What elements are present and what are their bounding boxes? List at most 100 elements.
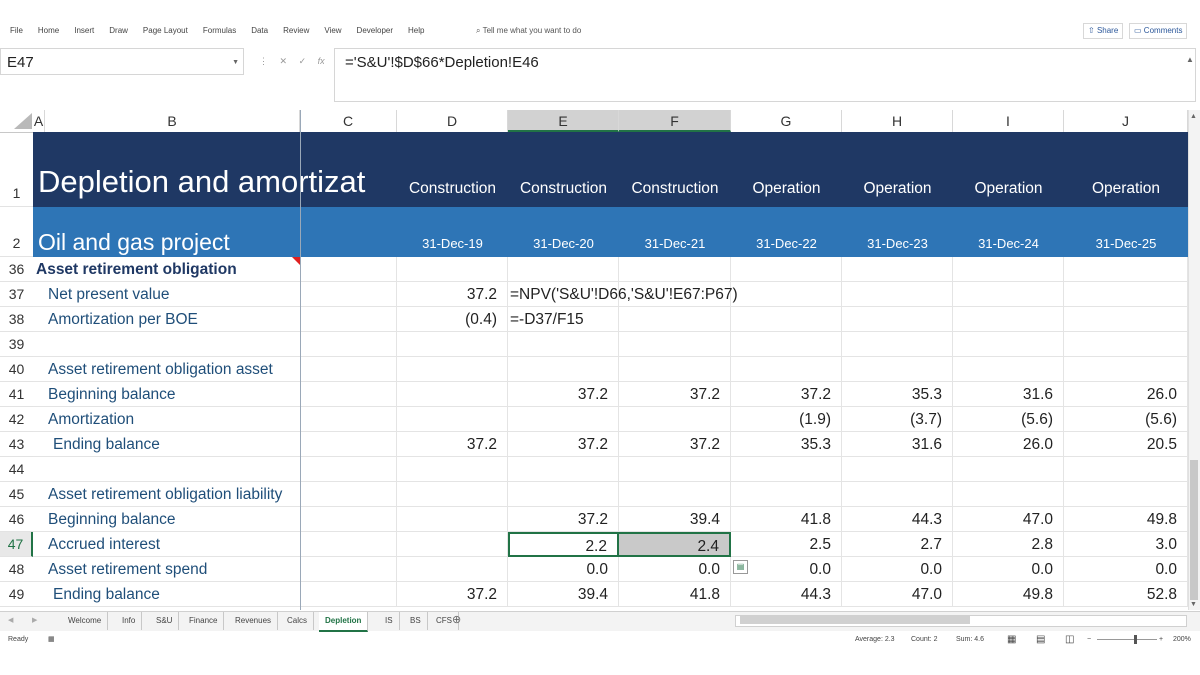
date-cell-d[interactable]: 31-Dec-19	[397, 207, 508, 257]
row-header-40[interactable]: 40	[0, 357, 33, 382]
row-header-1[interactable]: 1	[0, 132, 33, 207]
date-cell-h[interactable]: 31-Dec-23	[842, 207, 953, 257]
cell-i39[interactable]	[953, 332, 1064, 357]
column-header-f[interactable]: F	[619, 110, 731, 132]
menu-insert[interactable]: Insert	[74, 22, 94, 39]
cell-h49[interactable]: 47.0	[842, 582, 953, 607]
cell-h46[interactable]: 44.3	[842, 507, 953, 532]
cell-e41[interactable]: 37.2	[508, 382, 619, 407]
cell-g36[interactable]	[731, 257, 842, 282]
cell-i48[interactable]: 0.0	[953, 557, 1064, 582]
cell-g49[interactable]: 44.3	[731, 582, 842, 607]
tell-me-box[interactable]: ⌕ Tell me what you want to do	[476, 22, 581, 39]
chevron-down-icon[interactable]: ▼	[232, 49, 239, 76]
menu-view[interactable]: View	[324, 22, 341, 39]
phase-cell-f[interactable]: Construction	[619, 132, 731, 207]
cell-h48[interactable]: 0.0	[842, 557, 953, 582]
column-header-b[interactable]: B	[45, 110, 300, 132]
tab-is[interactable]: IS	[379, 612, 400, 630]
cell-g44[interactable]	[731, 457, 842, 482]
cell-g42[interactable]: (1.9)	[731, 407, 842, 432]
row-header-47[interactable]: 47	[0, 532, 33, 557]
cell-h38[interactable]	[842, 307, 953, 332]
cell-e39[interactable]	[508, 332, 619, 357]
row-header-45[interactable]: 45	[0, 482, 33, 507]
cell-i46[interactable]: 47.0	[953, 507, 1064, 532]
project-subtitle-cell[interactable]: Oil and gas project	[33, 207, 397, 257]
cell-i44[interactable]	[953, 457, 1064, 482]
row-label-42[interactable]: Amortization	[33, 407, 397, 432]
cell-d47[interactable]	[397, 532, 508, 557]
cell-j40[interactable]	[1064, 357, 1188, 382]
zoom-slider-thumb[interactable]	[1134, 635, 1137, 644]
cell-h39[interactable]	[842, 332, 953, 357]
cell-e43[interactable]: 37.2	[508, 432, 619, 457]
tab-next-icon[interactable]: ▶	[32, 616, 37, 624]
cell-e49[interactable]: 39.4	[508, 582, 619, 607]
cell-d42[interactable]	[397, 407, 508, 432]
vertical-scroll-thumb[interactable]	[1190, 460, 1198, 600]
tab-calcs[interactable]: Calcs	[281, 612, 315, 630]
cell-d48[interactable]	[397, 557, 508, 582]
row-label-46[interactable]: Beginning balance	[33, 507, 397, 532]
name-box[interactable]: E47 ▼	[0, 48, 244, 75]
cell-d45[interactable]	[397, 482, 508, 507]
cell-f40[interactable]	[619, 357, 731, 382]
phase-cell-e[interactable]: Construction	[508, 132, 619, 207]
select-all-corner[interactable]	[0, 110, 33, 132]
cell-f41[interactable]: 37.2	[619, 382, 731, 407]
scroll-up-icon[interactable]: ▲	[1190, 113, 1197, 120]
menu-draw[interactable]: Draw	[109, 22, 128, 39]
cell-i41[interactable]: 31.6	[953, 382, 1064, 407]
cell-g41[interactable]: 37.2	[731, 382, 842, 407]
cell-j36[interactable]	[1064, 257, 1188, 282]
cell-d46[interactable]	[397, 507, 508, 532]
cell-h40[interactable]	[842, 357, 953, 382]
share-button[interactable]: ⇧ Share	[1083, 23, 1124, 39]
phase-cell-g[interactable]: Operation	[731, 132, 842, 207]
row-header-39[interactable]: 39	[0, 332, 33, 357]
cell-f49[interactable]: 41.8	[619, 582, 731, 607]
menu-formulas[interactable]: Formulas	[203, 22, 236, 39]
cell-d40[interactable]	[397, 357, 508, 382]
cell-i49[interactable]: 49.8	[953, 582, 1064, 607]
date-cell-e[interactable]: 31-Dec-20	[508, 207, 619, 257]
row-header-46[interactable]: 46	[0, 507, 33, 532]
normal-view-icon[interactable]: ▦	[1007, 632, 1016, 648]
menu-file[interactable]: File	[10, 22, 23, 39]
row-label-37[interactable]: Net present value	[33, 282, 397, 307]
tab-info[interactable]: Info	[116, 612, 143, 630]
cell-j45[interactable]	[1064, 482, 1188, 507]
cell-j42[interactable]: (5.6)	[1064, 407, 1188, 432]
cell-h43[interactable]: 31.6	[842, 432, 953, 457]
row-label-43[interactable]: Ending balance	[33, 432, 397, 457]
cell-j38[interactable]	[1064, 307, 1188, 332]
zoom-out-icon[interactable]: −	[1087, 632, 1091, 648]
menu-home[interactable]: Home	[38, 22, 59, 39]
row-label-36[interactable]: Asset retirement obligation	[33, 257, 397, 282]
phase-cell-j[interactable]: Operation	[1064, 132, 1188, 207]
column-header-c[interactable]: C	[300, 110, 397, 132]
date-cell-i[interactable]: 31-Dec-24	[953, 207, 1064, 257]
cell-j48[interactable]: 0.0	[1064, 557, 1188, 582]
row-label-39[interactable]	[33, 332, 397, 357]
row-label-38[interactable]: Amortization per BOE	[33, 307, 397, 332]
cell-f47[interactable]: 2.4	[619, 532, 731, 557]
cell-g46[interactable]: 41.8	[731, 507, 842, 532]
add-sheet-icon[interactable]: ⊕	[452, 613, 461, 626]
cell-f45[interactable]	[619, 482, 731, 507]
cell-j39[interactable]	[1064, 332, 1188, 357]
row-header-44[interactable]: 44	[0, 457, 33, 482]
tab-finance[interactable]: Finance	[183, 612, 225, 630]
tab-welcome[interactable]: Welcome	[62, 612, 109, 630]
comments-button[interactable]: ▭ Comments	[1129, 23, 1188, 39]
cell-g45[interactable]	[731, 482, 842, 507]
date-cell-g[interactable]: 31-Dec-22	[731, 207, 842, 257]
cell-j41[interactable]: 26.0	[1064, 382, 1188, 407]
cell-e45[interactable]	[508, 482, 619, 507]
cell-f42[interactable]	[619, 407, 731, 432]
menu-page-layout[interactable]: Page Layout	[143, 22, 188, 39]
quick-analysis-icon[interactable]: ▤	[733, 560, 748, 574]
function-icon[interactable]: fx	[318, 56, 325, 66]
sheet-title-cell[interactable]: Depletion and amortizat	[33, 132, 397, 207]
